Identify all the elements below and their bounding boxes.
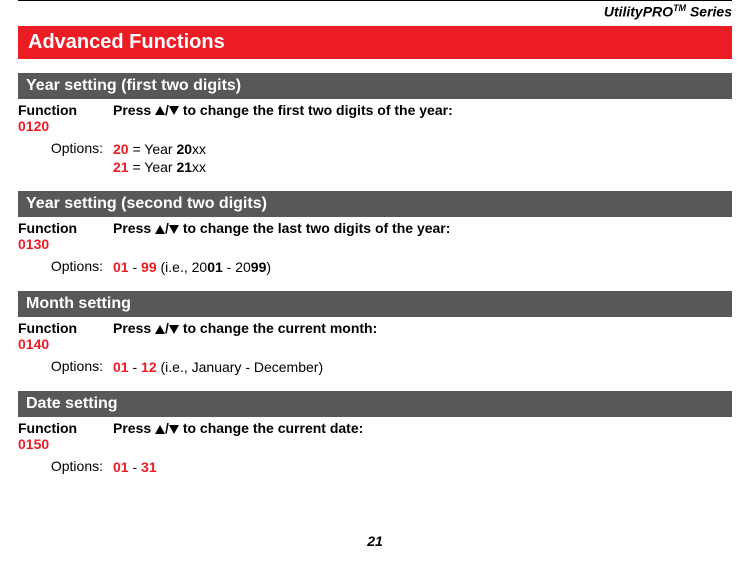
function-row: Function 0130 Press / to change the last… [18, 217, 732, 255]
section-title: Year setting (first two digits) [18, 73, 732, 99]
options-content: 20 = Year 20xx 21 = Year 21xx [113, 140, 732, 176]
function-label-cell: Function 0120 [18, 102, 113, 134]
options-content: 01 - 12 (i.e., January - December) [113, 358, 732, 376]
section-2: Month setting Function 0140 Press / to c… [18, 291, 732, 379]
up-arrow-icon [155, 325, 165, 334]
function-label: Function [18, 102, 113, 118]
section-1: Year setting (second two digits) Functio… [18, 191, 732, 279]
section-0: Year setting (first two digits) Function… [18, 73, 732, 179]
section-title: Date setting [18, 391, 732, 417]
function-row: Function 0140 Press / to change the curr… [18, 317, 732, 355]
options-label: Options: [18, 258, 113, 274]
options-row: Options: 20 = Year 20xx 21 = Year 21xx [18, 137, 732, 179]
down-arrow-icon [169, 425, 179, 434]
options-label: Options: [18, 458, 113, 474]
function-label: Function [18, 220, 113, 236]
section-title: Year setting (second two digits) [18, 191, 732, 217]
options-row: Options: 01 - 99 (i.e., 2001 - 2099) [18, 255, 732, 279]
series-suffix: Series [686, 4, 732, 20]
series-header: UtilityPROTM Series [0, 1, 750, 26]
section-3: Date setting Function 0150 Press / to ch… [18, 391, 732, 479]
options-label: Options: [18, 140, 113, 156]
press-instruction: Press / to change the last two digits of… [113, 220, 732, 236]
options-content: 01 - 99 (i.e., 2001 - 2099) [113, 258, 732, 276]
press-instruction: Press / to change the first two digits o… [113, 102, 732, 118]
press-instruction: Press / to change the current month: [113, 320, 732, 336]
series-prefix: UtilityPRO [604, 4, 673, 20]
up-arrow-icon [155, 425, 165, 434]
trademark: TM [673, 3, 686, 13]
up-arrow-icon [155, 225, 165, 234]
down-arrow-icon [169, 106, 179, 115]
down-arrow-icon [169, 325, 179, 334]
press-instruction: Press / to change the current date: [113, 420, 732, 436]
section-title: Month setting [18, 291, 732, 317]
function-code: 0130 [18, 236, 113, 252]
options-row: Options: 01 - 31 [18, 455, 732, 479]
function-label-cell: Function 0140 [18, 320, 113, 352]
options-content: 01 - 31 [113, 458, 732, 476]
function-code: 0150 [18, 436, 113, 452]
options-row: Options: 01 - 12 (i.e., January - Decemb… [18, 355, 732, 379]
function-label-cell: Function 0150 [18, 420, 113, 452]
function-code: 0120 [18, 118, 113, 134]
page-number: 21 [0, 533, 750, 549]
function-row: Function 0120 Press / to change the firs… [18, 99, 732, 137]
up-arrow-icon [155, 106, 165, 115]
options-label: Options: [18, 358, 113, 374]
function-label: Function [18, 320, 113, 336]
function-label: Function [18, 420, 113, 436]
function-label-cell: Function 0130 [18, 220, 113, 252]
function-row: Function 0150 Press / to change the curr… [18, 417, 732, 455]
main-banner: Advanced Functions [18, 26, 732, 59]
function-code: 0140 [18, 336, 113, 352]
down-arrow-icon [169, 225, 179, 234]
